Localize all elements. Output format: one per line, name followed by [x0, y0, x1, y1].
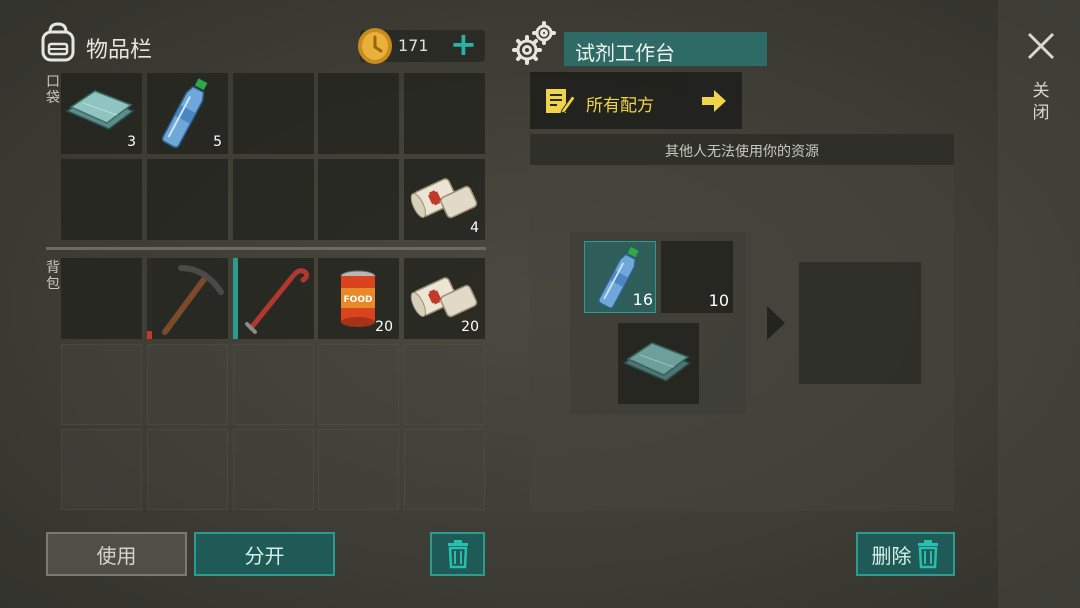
recipe-icon	[546, 89, 576, 114]
pickaxe-icon	[162, 265, 224, 335]
pocket-slot-empty[interactable]	[318, 73, 399, 154]
backpack-slot-locked[interactable]	[318, 429, 399, 510]
slot-count: 5	[213, 134, 222, 150]
delete-button[interactable]: 删除	[856, 532, 955, 576]
close-label[interactable]: 关闭	[1032, 80, 1050, 124]
ingredient-slot-water-bottle[interactable]: 16	[584, 241, 656, 313]
slot-count: 20	[375, 319, 393, 335]
slot-count: 4	[470, 220, 479, 236]
craft-arrow-icon	[767, 306, 785, 340]
backpack-slot-locked[interactable]	[147, 429, 228, 510]
trash-icon	[917, 540, 938, 569]
workbench-title: 试剂工作台	[575, 41, 675, 65]
notice-text: 其他人无法使用你的资源	[665, 144, 819, 160]
pocket-slot-empty[interactable]	[233, 73, 314, 154]
pocket-slot-water-bottle[interactable]: 5	[147, 73, 228, 154]
coin-count: 171	[398, 36, 429, 55]
ingredient-need-slot: 10	[661, 241, 733, 313]
result-slot[interactable]	[799, 262, 921, 384]
pocket-slot-cloth[interactable]: 3	[61, 73, 142, 154]
trash-icon	[447, 540, 468, 569]
arrow-right-icon	[702, 90, 726, 112]
delete-label: 删除	[871, 543, 912, 568]
backpack-slot-locked[interactable]	[404, 429, 485, 510]
backpack-slot-locked[interactable]	[147, 344, 228, 425]
trash-button[interactable]	[430, 532, 485, 576]
crowbar-icon	[245, 268, 310, 334]
all-recipes-label: 所有配方	[586, 96, 654, 116]
backpack-slot-locked[interactable]	[233, 344, 314, 425]
ingredient-have-count: 16	[632, 290, 653, 309]
backpack-slot-locked[interactable]	[318, 344, 399, 425]
slot-count: 3	[127, 134, 136, 150]
inventory-title: 物品栏	[86, 38, 153, 63]
backpack-slot-empty[interactable]	[61, 258, 142, 339]
backpack-slot-pickaxe[interactable]	[147, 258, 228, 339]
backpack-icon	[41, 22, 75, 62]
add-coins-button[interactable]: +	[450, 28, 477, 60]
pocket-slot-empty[interactable]	[318, 159, 399, 240]
gear-icon	[512, 21, 556, 65]
pocket-slot-empty[interactable]	[233, 159, 314, 240]
pocket-slot-empty[interactable]	[61, 159, 142, 240]
coin-icon	[358, 28, 392, 64]
can-label: FOOD	[344, 295, 373, 305]
backpack-slot-bandage[interactable]: 20	[404, 258, 485, 339]
backpack-slot-locked[interactable]	[404, 344, 485, 425]
pocket-slot-empty[interactable]	[147, 159, 228, 240]
backpack-slot-locked[interactable]	[233, 429, 314, 510]
backpack-slot-locked[interactable]	[61, 429, 142, 510]
backpack-slot-crowbar[interactable]	[233, 258, 314, 339]
slot-count: 20	[461, 319, 479, 335]
backpack-slot-canned-food[interactable]: FOOD 20	[318, 258, 399, 339]
backpack-slot-locked[interactable]	[61, 344, 142, 425]
pocket-slot-empty[interactable]	[404, 73, 485, 154]
backpack-label: 背包	[46, 260, 60, 292]
use-button[interactable]: 使用	[46, 532, 187, 576]
ingredient-need-count: 10	[708, 291, 729, 310]
section-divider	[46, 247, 486, 250]
pocket-slot-bandage[interactable]: 4	[404, 159, 485, 240]
pocket-label: 口袋	[46, 74, 60, 106]
cloth-icon	[622, 342, 692, 382]
close-icon[interactable]	[1026, 31, 1056, 61]
split-button[interactable]: 分开	[194, 532, 335, 576]
ingredient-slot-cloth[interactable]	[618, 323, 699, 404]
